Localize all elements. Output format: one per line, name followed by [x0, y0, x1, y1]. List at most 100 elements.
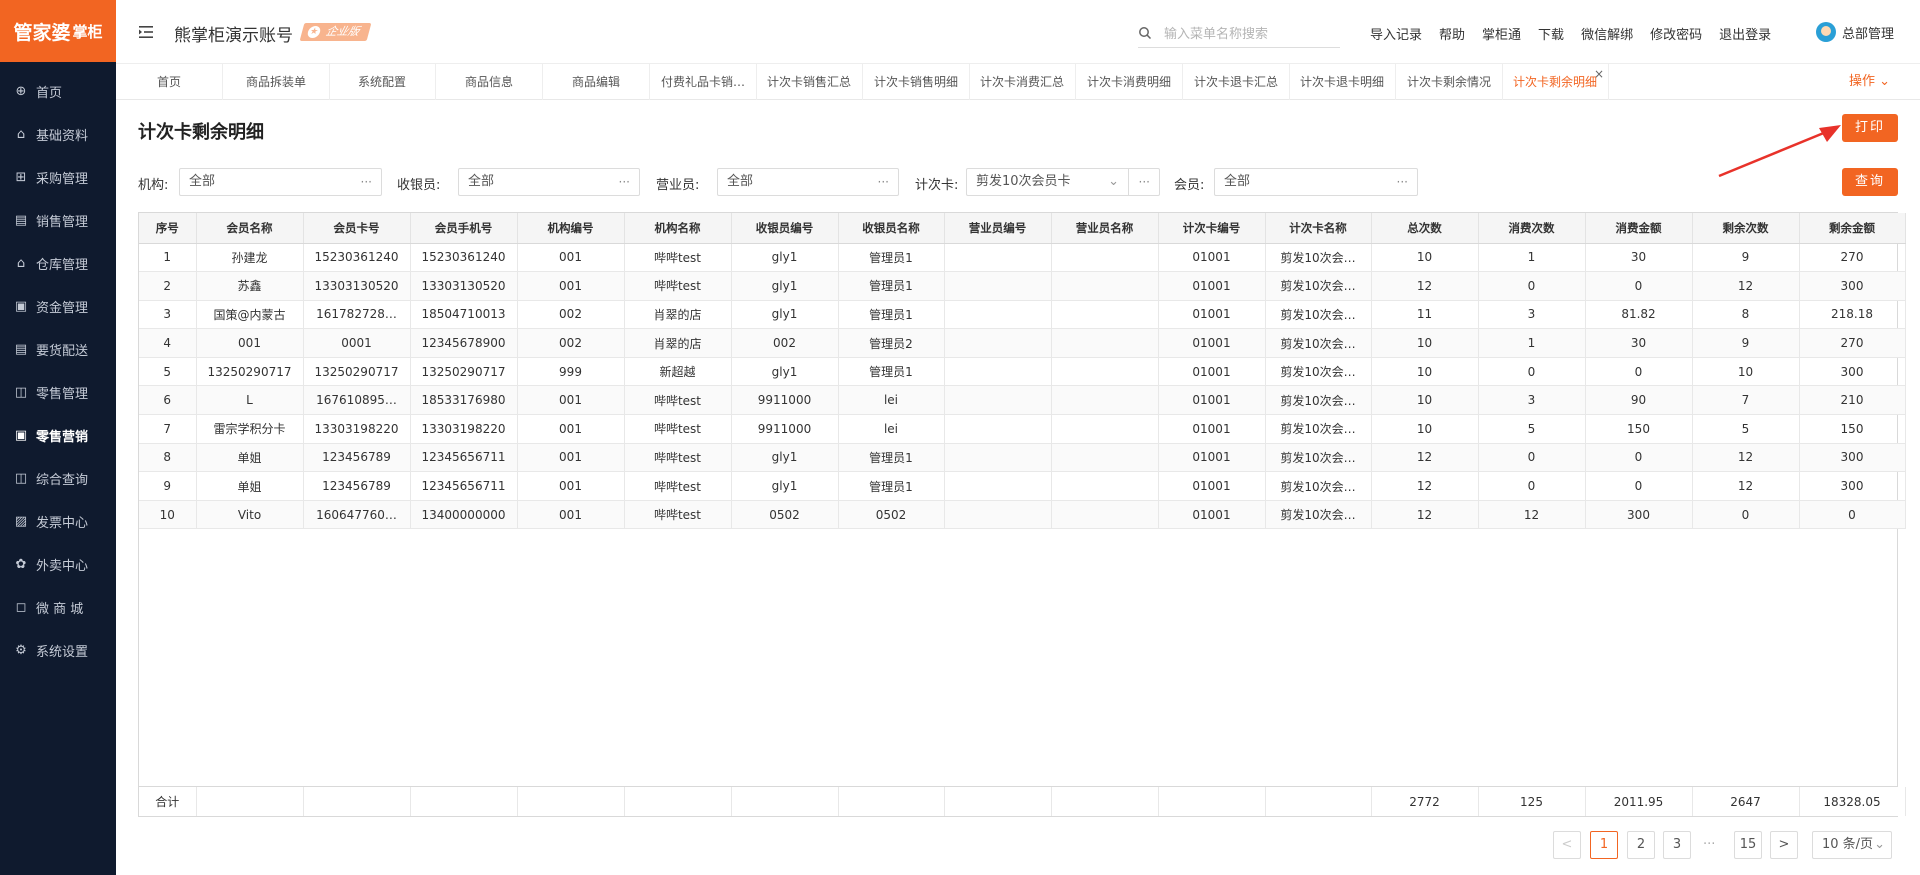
table-row[interactable]: 4 001 0001 12345678900 002 肖翠的店 002 管理员2 01001 剪发…: [139, 328, 1906, 358]
column-header[interactable]: 会员名称: [196, 213, 304, 244]
table-row[interactable]: 2 苏鑫 13303130520 13303130520 001 哔哔test gly1 管理…: [139, 271, 1906, 301]
header-link[interactable]: 掌柜通: [1482, 24, 1521, 43]
column-header[interactable]: 收银员名称: [838, 213, 945, 244]
sidebar-item[interactable]: ⊞ 采购管理: [0, 156, 116, 199]
table-cell: 12345678900: [410, 328, 518, 358]
page-size-select[interactable]: 10 条/页 ⌄: [1812, 831, 1892, 859]
more-icon[interactable]: ···: [361, 169, 372, 195]
column-header[interactable]: 机构编号: [517, 213, 625, 244]
sidebar-item[interactable]: ▨ 发票中心: [0, 500, 116, 543]
header-link[interactable]: 退出登录: [1719, 24, 1771, 43]
table-cell: 10: [1371, 385, 1479, 416]
more-icon[interactable]: ···: [619, 169, 630, 195]
sidebar-item[interactable]: ▤ 要货配送: [0, 328, 116, 371]
page-tab[interactable]: 计次卡消费明细: [1076, 64, 1183, 100]
table-cell: 剪发10次会…: [1265, 385, 1372, 416]
column-header[interactable]: 消费次数: [1478, 213, 1586, 244]
more-icon[interactable]: ···: [1139, 169, 1150, 195]
page-button[interactable]: 1: [1590, 831, 1618, 859]
page-tab[interactable]: 商品拆装单: [223, 64, 330, 100]
table-row[interactable]: 6 L 167610895… 18533176980 001 哔哔test 9911000 l…: [139, 385, 1906, 416]
header-link[interactable]: 微信解绑: [1581, 24, 1633, 43]
table-row[interactable]: 7 雷宗学积分卡 13303198220 13303198220 001 哔哔test 99…: [139, 414, 1906, 444]
column-header[interactable]: 总次数: [1371, 213, 1479, 244]
header-link[interactable]: 导入记录: [1370, 24, 1422, 43]
page-tab[interactable]: 商品编辑: [543, 64, 650, 100]
table-row[interactable]: 1 孙建龙 15230361240 15230361240 001 哔哔test gly1 管…: [139, 243, 1906, 273]
table-row[interactable]: 10 Vito 160647760… 13400000000 001 哔哔test 0502…: [139, 500, 1906, 530]
page-tab[interactable]: 计次卡剩余明细 ×: [1502, 64, 1609, 100]
page-tab[interactable]: 商品信息: [436, 64, 543, 100]
table-cell: 11: [1371, 300, 1479, 330]
sidebar-item[interactable]: ⚙ 系统设置: [0, 629, 116, 672]
sidebar-item[interactable]: ◫ 零售管理: [0, 371, 116, 414]
page-button[interactable]: 15: [1734, 831, 1762, 859]
table-row[interactable]: 8 单姐 123456789 12345656711 001 哔哔test gly1 管理员1…: [139, 443, 1906, 473]
table-cell: 002: [731, 328, 839, 358]
table-cell: 123456789: [303, 443, 411, 473]
next-page-button[interactable]: >: [1770, 831, 1798, 859]
page-tab[interactable]: 计次卡销售明细: [863, 64, 970, 100]
print-button[interactable]: 打印: [1842, 114, 1898, 142]
page-tab[interactable]: 计次卡剩余情况: [1396, 64, 1503, 100]
user-menu[interactable]: 总部管理: [1815, 22, 1894, 42]
header-link[interactable]: 修改密码: [1650, 24, 1702, 43]
sidebar-item[interactable]: ✿ 外卖中心: [0, 543, 116, 586]
table-cell: 1: [139, 243, 197, 273]
sidebar-item[interactable]: ◫ 综合查询: [0, 457, 116, 500]
sidebar-item[interactable]: ⊕ 首页: [0, 70, 116, 113]
table-cell: 12: [1478, 500, 1586, 530]
card-select[interactable]: 剪发10次会员卡 ⌄ ···: [966, 168, 1160, 196]
column-header[interactable]: 剩余金额: [1799, 213, 1906, 244]
column-header[interactable]: 营业员编号: [944, 213, 1052, 244]
table-row[interactable]: 3 国策@内蒙古 161782728… 18504710013 002 肖翠的店 gly1 管…: [139, 300, 1906, 330]
table-row[interactable]: 5 13250290717 13250290717 13250290717 999 新超越…: [139, 357, 1906, 387]
column-header[interactable]: 计次卡编号: [1158, 213, 1266, 244]
column-header[interactable]: 消费金额: [1585, 213, 1693, 244]
page-tab[interactable]: 计次卡退卡明细: [1289, 64, 1396, 100]
cashier-select[interactable]: 全部 ···: [458, 168, 640, 196]
sidebar-item[interactable]: ◻ 微 商 城: [0, 586, 116, 629]
more-icon[interactable]: ···: [1397, 169, 1408, 195]
sidebar-item-label: 综合查询: [36, 473, 89, 488]
sidebar-item[interactable]: ▣ 零售营销: [0, 414, 116, 457]
sidebar-item[interactable]: ⌂ 基础资料: [0, 113, 116, 156]
page-button[interactable]: 2: [1627, 831, 1655, 859]
column-header[interactable]: 剩余次数: [1692, 213, 1800, 244]
header-link[interactable]: 下载: [1538, 24, 1564, 43]
column-header[interactable]: 会员卡号: [303, 213, 411, 244]
clerk-select[interactable]: 全部 ···: [717, 168, 899, 196]
column-header[interactable]: 序号: [139, 213, 197, 244]
page-tab[interactable]: 付费礼品卡销…: [650, 64, 757, 100]
member-select[interactable]: 全部 ···: [1214, 168, 1418, 196]
avatar: [1815, 22, 1836, 42]
page-tab[interactable]: 系统配置: [329, 64, 436, 100]
page-button[interactable]: 3: [1663, 831, 1691, 859]
more-pages-icon[interactable]: ···: [1703, 831, 1715, 859]
tab-operations-menu[interactable]: 操作 ⌄: [1849, 64, 1890, 100]
prev-page-button[interactable]: <: [1553, 831, 1581, 859]
more-icon[interactable]: ···: [878, 169, 889, 195]
page-tab[interactable]: 计次卡销售汇总: [756, 64, 863, 100]
menu-search-input[interactable]: [1164, 24, 1334, 44]
sidebar-item[interactable]: ▣ 资金管理: [0, 285, 116, 328]
logo[interactable]: 管家婆 掌柜: [0, 0, 116, 62]
page-tab[interactable]: 首页: [116, 64, 223, 100]
page-tab[interactable]: 计次卡退卡汇总: [1183, 64, 1290, 100]
org-select[interactable]: 全部 ···: [179, 168, 382, 196]
table-row[interactable]: 9 单姐 123456789 12345656711 001 哔哔test gly1 管理员1…: [139, 471, 1906, 501]
menu-toggle-icon[interactable]: [138, 24, 154, 40]
close-icon[interactable]: ×: [1594, 64, 1604, 92]
header-link[interactable]: 帮助: [1439, 24, 1465, 43]
sidebar-item[interactable]: ▤ 销售管理: [0, 199, 116, 242]
sidebar-item-label: 系统设置: [36, 645, 89, 660]
column-header[interactable]: 机构名称: [624, 213, 732, 244]
column-header[interactable]: 计次卡名称: [1265, 213, 1372, 244]
column-header[interactable]: 会员手机号: [410, 213, 518, 244]
table-cell: 300: [1585, 500, 1693, 530]
query-button[interactable]: 查询: [1842, 168, 1898, 196]
column-header[interactable]: 营业员名称: [1051, 213, 1159, 244]
column-header[interactable]: 收银员编号: [731, 213, 839, 244]
page-tab[interactable]: 计次卡消费汇总: [969, 64, 1076, 100]
sidebar-item[interactable]: ⌂ 仓库管理: [0, 242, 116, 285]
